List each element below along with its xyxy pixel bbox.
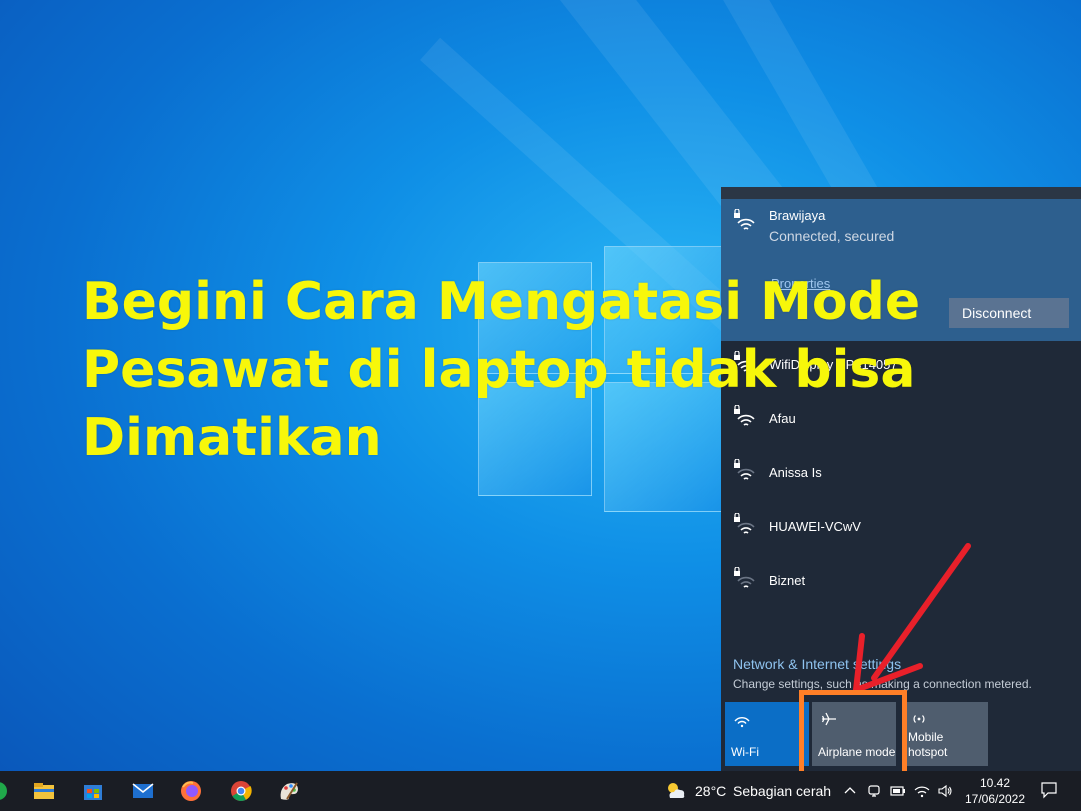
headline-line-3: Dimatikan: [82, 408, 382, 468]
firefox-icon[interactable]: [179, 779, 203, 803]
clock-date: 17/06/2022: [964, 792, 1026, 806]
store-icon[interactable]: [81, 779, 105, 803]
file-explorer-icon[interactable]: [32, 779, 56, 803]
secured-wifi-weak-icon: [734, 513, 755, 534]
network-name: Biznet: [769, 573, 806, 588]
hotspot-icon: [913, 715, 925, 723]
secured-wifi-icon: [734, 209, 755, 230]
connected-network-status: Connected, secured: [769, 228, 895, 244]
clock-time: 10.42: [979, 776, 1011, 790]
weather-partly-cloudy-icon[interactable]: [664, 779, 688, 803]
headline-line-2: Pesawat di laptop tidak bisa: [82, 340, 916, 400]
disconnect-button[interactable]: Disconnect: [949, 298, 1069, 328]
red-arrow-annotation: [853, 543, 971, 693]
mobile-hotspot-toggle-button[interactable]: Mobile hotspot: [902, 702, 988, 766]
mobile-hotspot-label: Mobile hotspot: [908, 730, 948, 759]
meet-now-icon[interactable]: [866, 783, 882, 799]
flyout-top-bar: [721, 187, 1081, 199]
search-icon[interactable]: [0, 779, 10, 803]
network-wifi-icon[interactable]: [914, 783, 930, 799]
article-headline: Begini Cara Mengatasi Mode Pesawat di la…: [82, 268, 962, 472]
battery-icon[interactable]: [890, 783, 906, 799]
clock[interactable]: 10.42 17/06/2022: [960, 775, 1030, 807]
connected-network-name: Brawijaya: [769, 208, 826, 223]
wifi-icon: [734, 717, 750, 728]
taskbar: 28°C Sebagian cerah 10.42 17/06/2022: [0, 771, 1081, 811]
secured-wifi-weak-icon: [734, 567, 755, 588]
weather-description[interactable]: Sebagian cerah: [733, 783, 831, 799]
paint-icon[interactable]: [277, 779, 301, 803]
wifi-toggle-label: Wi-Fi: [731, 745, 759, 759]
chrome-icon[interactable]: [229, 779, 253, 803]
volume-icon[interactable]: [937, 783, 953, 799]
weather-temperature[interactable]: 28°C: [695, 783, 726, 799]
headline-line-1: Begini Cara Mengatasi Mode: [82, 272, 921, 332]
chevron-up-icon[interactable]: [842, 783, 858, 799]
notifications-icon[interactable]: [1040, 781, 1058, 799]
mail-icon[interactable]: [131, 779, 155, 803]
airplane-mode-highlight-box: [799, 690, 907, 776]
wifi-toggle-button[interactable]: Wi-Fi: [725, 702, 809, 766]
network-name: HUAWEI-VCwV: [769, 519, 861, 534]
